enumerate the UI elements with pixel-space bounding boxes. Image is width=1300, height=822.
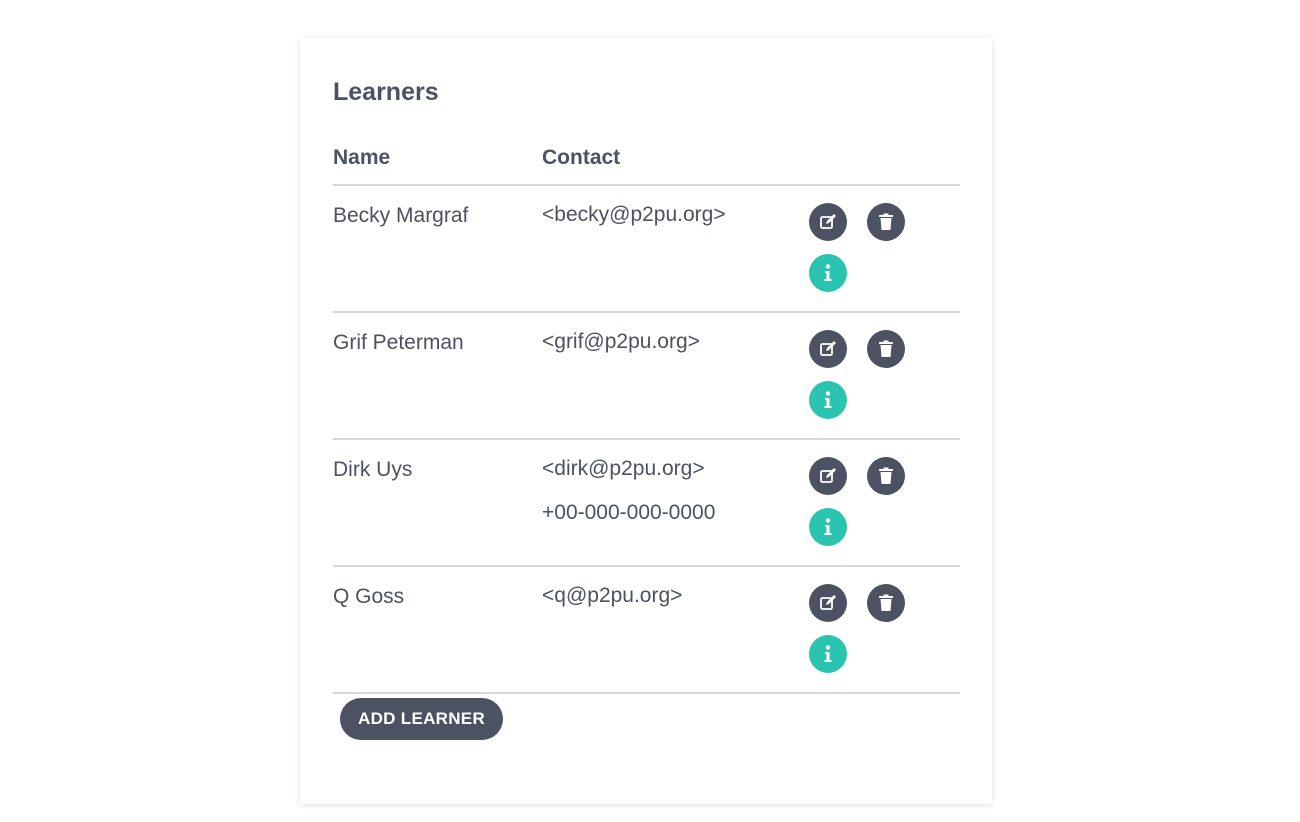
trash-icon bbox=[879, 594, 893, 611]
add-learner-button[interactable]: ADD LEARNER bbox=[340, 698, 504, 740]
row-actions bbox=[809, 584, 909, 674]
learner-contact: <becky@p2pu.org> bbox=[542, 204, 726, 248]
learners-table: Name Contact Becky Margraf <becky@p2pu.o… bbox=[333, 142, 960, 694]
info-button[interactable] bbox=[809, 635, 847, 673]
delete-button[interactable] bbox=[867, 203, 905, 241]
row-actions bbox=[809, 330, 909, 420]
trash-icon bbox=[879, 340, 893, 357]
edit-button[interactable] bbox=[809, 203, 847, 241]
learner-contact: <dirk@p2pu.org> +00-000-000-0000 bbox=[542, 458, 715, 546]
table-header: Name Contact bbox=[333, 142, 960, 186]
edit-icon bbox=[820, 341, 836, 356]
trash-icon bbox=[879, 213, 893, 230]
card-title: Learners bbox=[333, 78, 439, 106]
learner-name: Grif Peterman bbox=[333, 331, 464, 354]
info-icon bbox=[824, 518, 832, 535]
edit-icon bbox=[820, 214, 836, 229]
table-row: Becky Margraf <becky@p2pu.org> bbox=[333, 186, 960, 313]
learner-email: <dirk@p2pu.org> bbox=[542, 457, 705, 480]
header-contact: Contact bbox=[542, 146, 621, 169]
edit-button[interactable] bbox=[809, 457, 847, 495]
row-actions bbox=[809, 457, 909, 547]
learner-email: <becky@p2pu.org> bbox=[542, 203, 726, 226]
info-icon bbox=[824, 391, 832, 408]
learner-contact: <q@p2pu.org> bbox=[542, 585, 682, 629]
learner-phone: +00-000-000-0000 bbox=[542, 501, 716, 524]
edit-button[interactable] bbox=[809, 330, 847, 368]
learner-contact: <grif@p2pu.org> bbox=[542, 331, 700, 375]
table-row: Grif Peterman <grif@p2pu.org> bbox=[333, 313, 960, 440]
delete-button[interactable] bbox=[867, 584, 905, 622]
learner-email: <q@p2pu.org> bbox=[542, 584, 683, 607]
learners-card: Learners Name Contact Becky Margraf <bec… bbox=[300, 38, 992, 804]
info-button[interactable] bbox=[809, 381, 847, 419]
info-button[interactable] bbox=[809, 254, 847, 292]
edit-button[interactable] bbox=[809, 584, 847, 622]
info-icon bbox=[824, 264, 832, 281]
edit-icon bbox=[820, 468, 836, 483]
trash-icon bbox=[879, 467, 893, 484]
learner-name: Dirk Uys bbox=[333, 458, 413, 481]
edit-icon bbox=[820, 595, 836, 610]
learner-name: Becky Margraf bbox=[333, 204, 469, 227]
table-row: Dirk Uys <dirk@p2pu.org> +00-000-000-000… bbox=[333, 440, 960, 567]
learner-email: <grif@p2pu.org> bbox=[542, 330, 700, 353]
delete-button[interactable] bbox=[867, 330, 905, 368]
learner-name: Q Goss bbox=[333, 585, 405, 608]
info-button[interactable] bbox=[809, 508, 847, 546]
row-actions bbox=[809, 203, 909, 293]
info-icon bbox=[824, 645, 832, 662]
header-name: Name bbox=[333, 146, 391, 169]
delete-button[interactable] bbox=[867, 457, 905, 495]
table-row: Q Goss <q@p2pu.org> bbox=[333, 567, 960, 694]
